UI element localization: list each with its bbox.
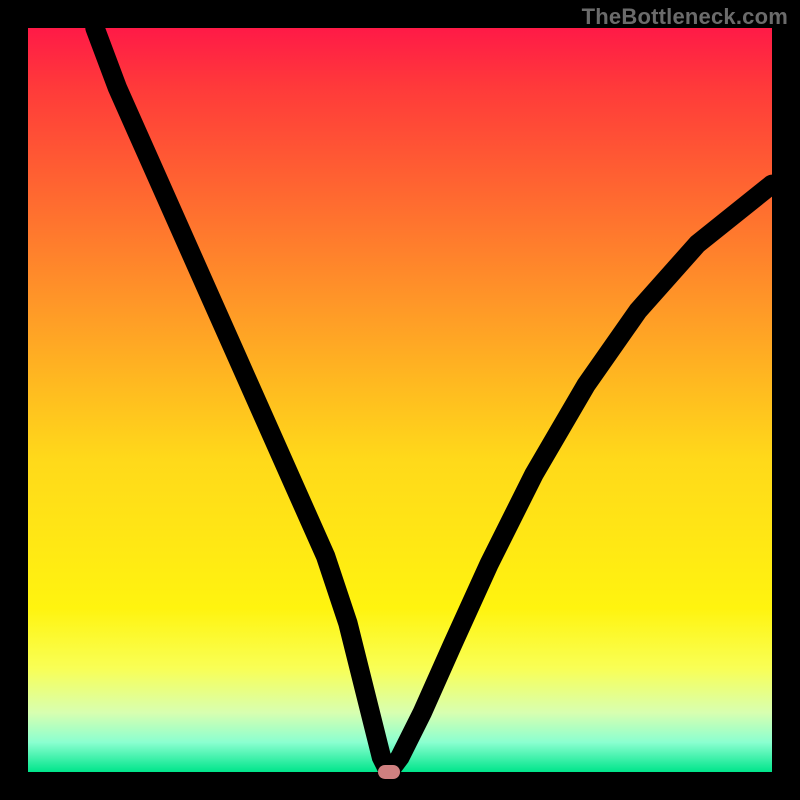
bottleneck-curve (95, 28, 772, 772)
optimum-marker (378, 765, 400, 779)
plot-area (28, 28, 772, 772)
watermark-text: TheBottleneck.com (582, 4, 788, 30)
curve-svg (28, 28, 772, 772)
chart-frame: TheBottleneck.com (0, 0, 800, 800)
